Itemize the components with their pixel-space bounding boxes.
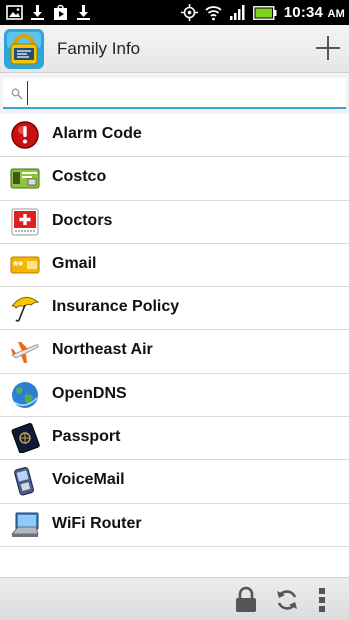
page-title: Family Info (57, 39, 141, 58)
svg-text:**: ** (13, 258, 24, 273)
lock-app-icon[interactable] (3, 28, 45, 70)
search-bar (0, 73, 349, 114)
search-icon (11, 88, 23, 100)
list-item-label: Insurance Policy (52, 298, 180, 316)
search-box (3, 78, 346, 109)
overflow-menu-icon[interactable] (314, 586, 330, 614)
airplane-icon (11, 342, 39, 364)
notification-icons (6, 3, 92, 22)
status-bar: 10:34 AM (0, 0, 349, 25)
sync-icon[interactable] (274, 586, 300, 614)
list-item-label: WiFi Router (52, 514, 142, 532)
list-item-label: VoiceMail (52, 471, 125, 489)
card-icon (10, 168, 40, 189)
list-item[interactable]: Alarm Code (0, 114, 349, 158)
image-icon (6, 5, 23, 20)
search-input[interactable] (27, 81, 341, 105)
list-item-label: Northeast Air (52, 341, 153, 359)
battery-icon (252, 5, 277, 20)
signal-icon (229, 5, 245, 20)
clock-time: 10:34 (283, 4, 324, 21)
list-item[interactable]: ** Gmail (0, 244, 349, 288)
plus-icon[interactable] (313, 33, 343, 63)
download-icon (31, 5, 44, 20)
list-item[interactable]: Passport (0, 417, 349, 461)
list-item-label: Gmail (52, 254, 97, 272)
lock-icon[interactable] (233, 586, 259, 614)
list-item-label: Costco (52, 168, 107, 186)
wifi-icon (205, 6, 222, 21)
list-item[interactable]: VoiceMail (0, 460, 349, 504)
passport-icon (11, 423, 40, 454)
umbrella-icon (11, 297, 40, 322)
entry-list: Alarm Code Costco Doctors ** Gmail Insur… (0, 114, 349, 557)
phone-icon (14, 467, 34, 496)
list-item-label: Alarm Code (52, 125, 142, 142)
gps-icon (180, 4, 198, 21)
password-icon: ** (10, 256, 40, 274)
system-icons: 10:34 AM (180, 3, 345, 22)
list-item-label: OpenDNS (52, 384, 127, 402)
medical-icon (11, 208, 39, 236)
bottom-action-bar (0, 577, 349, 620)
clock: 10:34 AM (284, 4, 345, 21)
list-item-label: Doctors (52, 211, 113, 229)
alarm-icon (11, 121, 39, 149)
play-store-icon (54, 4, 67, 20)
action-bar: Family Info (0, 25, 349, 73)
clock-ampm: AM (327, 8, 345, 20)
list-item[interactable]: Insurance Policy (0, 287, 349, 331)
globe-icon (12, 381, 38, 408)
list-item[interactable]: OpenDNS (0, 374, 349, 418)
computer-icon (11, 512, 39, 537)
list-item[interactable]: Northeast Air (0, 330, 349, 374)
list-item-label: Passport (52, 428, 121, 446)
list-item[interactable]: Costco (0, 157, 349, 201)
download-icon (77, 5, 90, 20)
list-item[interactable]: WiFi Router (0, 504, 349, 547)
list-item[interactable]: Doctors (0, 201, 349, 244)
